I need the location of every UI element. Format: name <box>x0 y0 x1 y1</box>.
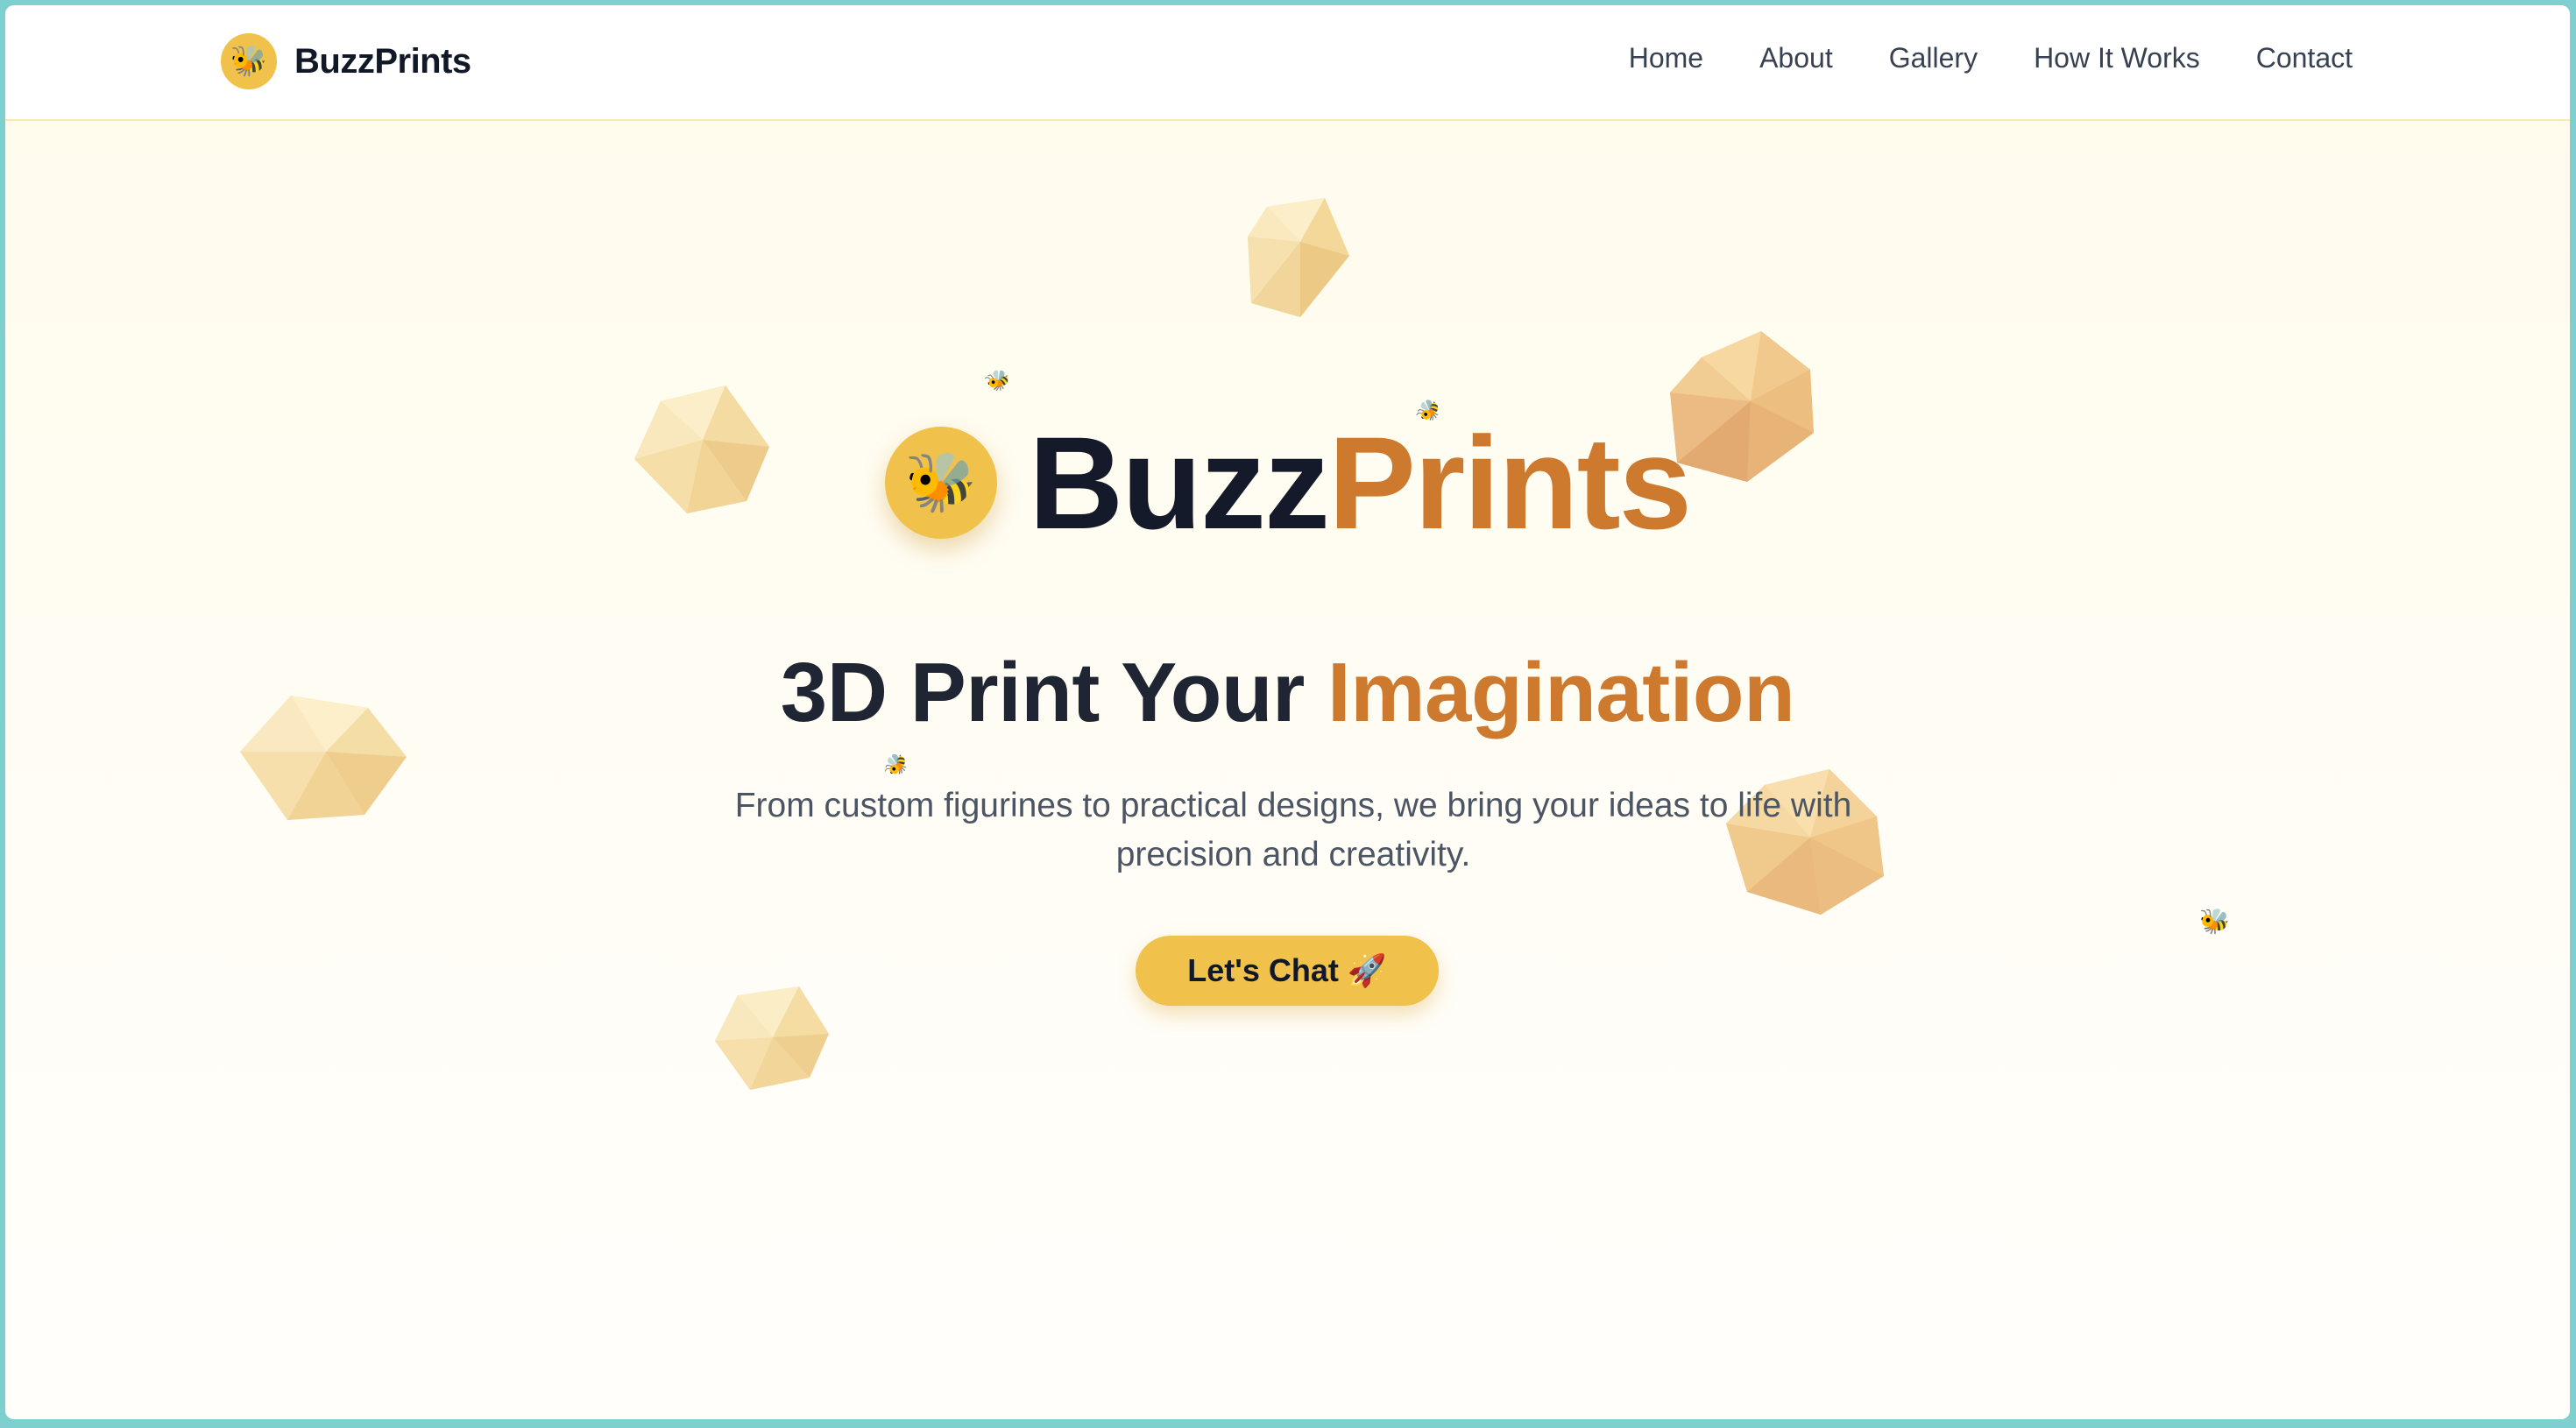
hero-section: 🐝 🐝 🐝 🐝 🐝 BuzzPrints 3D Print Your Imagi… <box>5 121 2570 1417</box>
nav-links: Home About Gallery How It Works Contact <box>1629 42 2353 74</box>
bee-icon: 🐝 <box>884 427 997 539</box>
tagline-part1: 3D Print Your <box>780 646 1328 739</box>
top-navbar: 🐝 BuzzPrints Home About Gallery How It W… <box>5 5 2570 121</box>
lets-chat-button[interactable]: Let's Chat 🚀 <box>1136 936 1439 1006</box>
flying-bee-icon: 🐝 <box>982 364 1015 397</box>
hero-tagline: 3D Print Your Imagination <box>5 645 2570 741</box>
flying-bee-icon: 🐝 <box>881 749 911 780</box>
hero-brand-name: BuzzPrints <box>1029 417 1692 548</box>
browser-viewport: 🐝 BuzzPrints Home About Gallery How It W… <box>5 5 2570 1419</box>
hero-title-part1: Buzz <box>1028 409 1330 556</box>
nav-link-home[interactable]: Home <box>1629 42 1703 74</box>
hero-title: 🐝 BuzzPrints <box>5 417 2570 548</box>
tagline-part2: Imagination <box>1327 646 1795 739</box>
hero-subtitle: From custom figurines to practical desig… <box>734 787 1852 873</box>
flying-bee-icon: 🐝 <box>2199 908 2230 935</box>
brand[interactable]: 🐝 BuzzPrints <box>221 33 471 89</box>
nav-link-about[interactable]: About <box>1759 42 1833 74</box>
bee-icon: 🐝 <box>221 33 277 89</box>
nav-link-contact[interactable]: Contact <box>2256 42 2353 74</box>
hero-title-part2: Prints <box>1327 409 1692 556</box>
brand-name: BuzzPrints <box>294 41 471 81</box>
nav-link-gallery[interactable]: Gallery <box>1889 42 1978 74</box>
decorative-polyhedron <box>1248 198 1349 317</box>
decorative-polyhedron <box>715 986 829 1090</box>
nav-link-how-it-works[interactable]: How It Works <box>2034 42 2200 74</box>
